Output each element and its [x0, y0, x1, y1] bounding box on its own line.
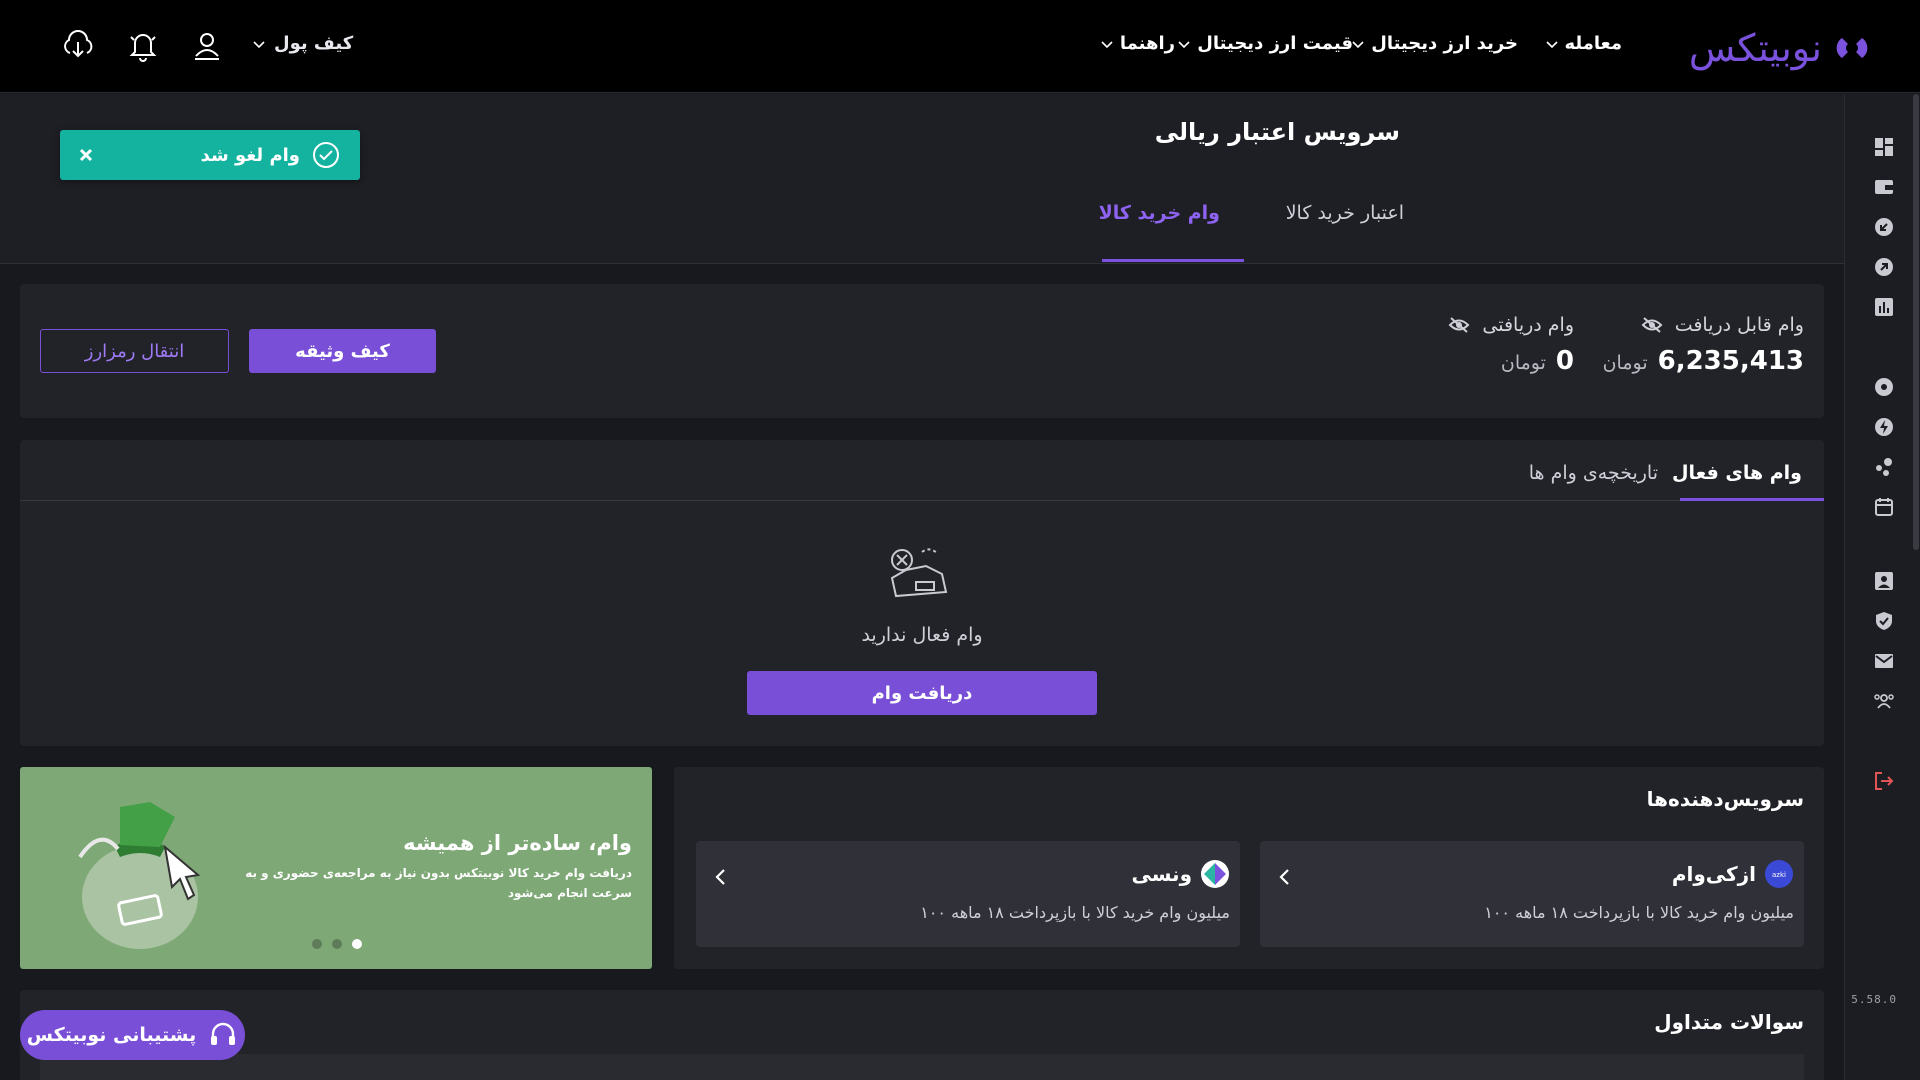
- reports-icon[interactable]: [1873, 296, 1895, 318]
- nav-label: قیمت ارز دیجیتال: [1197, 33, 1353, 54]
- received-loan: وام دریافتی تومان 0: [1424, 314, 1574, 376]
- wallet-icon[interactable]: [1873, 176, 1895, 198]
- money-bag-illustration: [78, 802, 201, 949]
- eye-off-icon[interactable]: [1641, 316, 1663, 334]
- currency-unit: تومان: [1500, 352, 1546, 374]
- carousel-dot-1[interactable]: [352, 939, 362, 949]
- toast-notification: وام لغو شد: [60, 130, 360, 180]
- deposit-icon[interactable]: [1873, 216, 1895, 238]
- carousel-dot-3[interactable]: [312, 939, 322, 949]
- banner-title: وام، ساده‌تر از همیشه: [403, 831, 632, 855]
- app-version: 5.58.0: [1851, 993, 1897, 1006]
- toast-message: وام لغو شد: [200, 144, 300, 166]
- chevron-down-icon: [1101, 40, 1113, 48]
- provider-name: ازکی‌وام: [1671, 862, 1756, 886]
- referral-icon[interactable]: [1873, 690, 1895, 712]
- wallet-label: کیف پول: [274, 33, 354, 54]
- received-value: 0: [1555, 346, 1574, 376]
- page-title: سرویس اعتبار ریالی: [1154, 118, 1400, 146]
- logout-icon[interactable]: [1873, 770, 1895, 792]
- promo-banner[interactable]: وام، ساده‌تر از همیشه دریافت وام خرید کا…: [20, 767, 652, 969]
- flash-icon[interactable]: [1873, 416, 1895, 438]
- chevron-left-icon: [715, 869, 725, 885]
- provider-card-azkivam[interactable]: azki ازکی‌وام ۱۰۰ میلیون وام خرید کالا ب…: [1260, 841, 1804, 947]
- chevron-down-icon: [1545, 40, 1558, 48]
- nav-label: راهنما: [1119, 33, 1175, 54]
- empty-loan-icon: [890, 548, 948, 598]
- nav-help[interactable]: راهنما: [1100, 33, 1175, 54]
- providers-card: سرویس‌دهنده‌ها azki ازکی‌وام ۱۰۰ میلیون …: [674, 767, 1824, 969]
- provider-desc: ۱۰۰ میلیون وام خرید کالا با بازپرداخت ۱۸…: [920, 903, 1230, 922]
- eligible-value: 6,235,413: [1657, 346, 1804, 376]
- support-label: پشتیبانی نوبیتکس: [26, 1024, 197, 1046]
- faq-item[interactable]: [40, 1054, 1804, 1080]
- download-app-icon[interactable]: [61, 28, 95, 62]
- provider-desc: ۱۰۰ میلیون وام خرید کالا با بازپرداخت ۱۸…: [1484, 903, 1794, 922]
- loans-card: وام های فعال تاریخچه‌ی وام ها وام فعال ن…: [20, 440, 1824, 746]
- credit-icon[interactable]: [1873, 376, 1895, 398]
- active-tab-indicator: [1680, 498, 1824, 501]
- bell-icon[interactable]: [126, 28, 160, 62]
- get-loan-button[interactable]: دریافت وام: [747, 671, 1097, 715]
- nav-buy-crypto[interactable]: خرید ارز دیجیتال: [1351, 33, 1518, 54]
- logo-text: نوبیتکس: [1688, 26, 1823, 70]
- nav-label: خرید ارز دیجیتال: [1371, 33, 1518, 54]
- loan-summary-card: وام قابل دریافت تومان 6,235,413 وام دریا…: [20, 284, 1824, 418]
- user-icon[interactable]: [190, 28, 224, 62]
- top-bar: نوبیتکس معامله خرید ارز دیجیتال قیمت ارز…: [0, 0, 1920, 93]
- svg-text:azki: azki: [1772, 871, 1786, 879]
- provider-name: ونسی: [1131, 862, 1192, 886]
- transfer-crypto-button[interactable]: انتقال رمزارز: [40, 329, 229, 373]
- vancy-logo-icon: [1201, 860, 1229, 888]
- chevron-left-icon: [1279, 869, 1289, 885]
- tabs-divider: [20, 500, 1824, 501]
- logo-icon: [1836, 38, 1868, 58]
- tab-loan-history[interactable]: تاریخچه‌ی وام ها: [1529, 462, 1658, 484]
- page-scrollbar[interactable]: [1913, 94, 1919, 550]
- eligible-loan: وام قابل دریافت تومان 6,235,413: [1602, 314, 1804, 376]
- chevron-down-icon: [1352, 40, 1364, 48]
- dashboard-icon[interactable]: [1873, 136, 1895, 158]
- provider-card-vancy[interactable]: ونسی ۱۰۰ میلیون وام خرید کالا با بازپردا…: [696, 841, 1240, 947]
- nav-trade[interactable]: معامله: [1545, 33, 1622, 54]
- wallet-menu[interactable]: کیف پول: [252, 33, 353, 54]
- collateral-wallet-button[interactable]: کیف وثیقه: [249, 329, 436, 373]
- withdraw-icon[interactable]: [1873, 256, 1895, 278]
- empty-state-text: وام فعال ندارید: [861, 624, 983, 646]
- active-tab-indicator: [1102, 259, 1244, 262]
- faq-card: سوالات متداول: [20, 990, 1824, 1080]
- headset-icon: [211, 1022, 236, 1045]
- carousel-dot-2[interactable]: [332, 939, 342, 949]
- currency-unit: تومان: [1602, 352, 1648, 374]
- tab-goods-credit[interactable]: اعتبار خرید کالا: [1286, 202, 1404, 224]
- close-icon[interactable]: [78, 147, 94, 163]
- support-button[interactable]: پشتیبانی نوبیتکس: [20, 1010, 245, 1060]
- nav-label: معامله: [1564, 33, 1622, 54]
- logo[interactable]: نوبیتکس: [1689, 26, 1872, 70]
- security-icon[interactable]: [1873, 610, 1895, 632]
- faq-title: سوالات متداول: [1654, 1010, 1804, 1034]
- calendar-icon[interactable]: [1873, 496, 1895, 518]
- staking-icon[interactable]: [1873, 456, 1895, 478]
- tab-active-loans[interactable]: وام های فعال: [1672, 462, 1802, 484]
- messages-icon[interactable]: [1873, 650, 1895, 672]
- eligible-label: وام قابل دریافت: [1674, 314, 1804, 336]
- nav-crypto-price[interactable]: قیمت ارز دیجیتال: [1177, 33, 1353, 54]
- chevron-down-icon: [253, 40, 265, 48]
- chevron-down-icon: [1178, 40, 1190, 48]
- azkivam-logo-icon: azki: [1765, 860, 1793, 888]
- profile-icon[interactable]: [1873, 570, 1895, 592]
- side-rail: [1844, 94, 1920, 1080]
- providers-title: سرویس‌دهنده‌ها: [1646, 787, 1804, 811]
- tab-goods-loan[interactable]: وام خرید کالا: [1099, 202, 1220, 224]
- eye-off-icon[interactable]: [1448, 316, 1470, 334]
- received-label: وام دریافتی: [1482, 314, 1574, 336]
- banner-subtitle: دریافت وام خرید کالا نوبیتکس بدون نیاز ب…: [245, 866, 632, 900]
- check-circle-icon: [313, 142, 339, 168]
